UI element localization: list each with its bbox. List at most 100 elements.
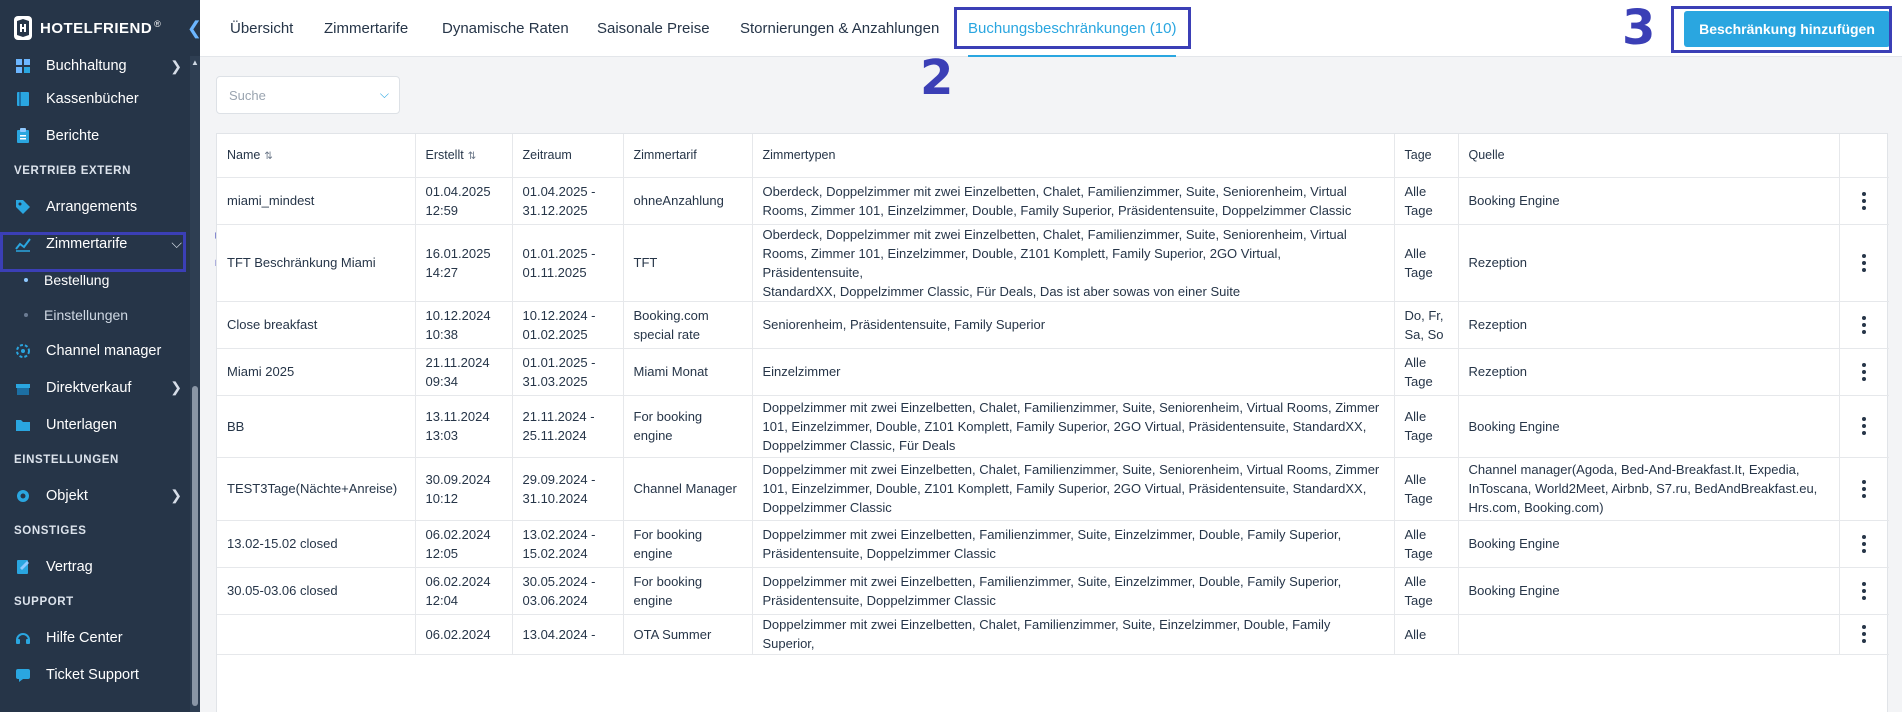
cell-actions [1839,567,1889,615]
cell-period-line: 31.03.2025 [522,373,588,389]
cell-days-line: Tage [1404,490,1433,506]
cell-days: Alle Tage [1394,395,1459,458]
sidebar-item-label: Arrangements [46,198,138,215]
more-options-icon[interactable] [1850,479,1880,498]
cell-days-line: Alle [1404,573,1427,589]
tab-uebersicht[interactable]: Übersicht [230,0,293,57]
cell-actions [1839,395,1889,458]
table-row[interactable]: TFT Beschränkung Miami 16.01.2025 14:27 01.… [217,224,1889,302]
collapse-sidebar-icon[interactable]: ❮❮ [187,18,200,39]
cell-room-types-line: StandardXX, Doppelzimmer Classic, Für De… [762,283,1241,299]
sidebar-item-unterlagen[interactable]: Unterlagen [0,406,200,443]
cell-period: 10.12.2024 - 01.02.2025 [512,301,624,349]
cell-tariff: Booking.com special rate [623,301,753,349]
cell-created-line: 12:59 [425,202,459,218]
table-row[interactable]: 13.02-15.02 closed 06.02.2024 12:05 13.02.2… [217,520,1889,568]
cell-period-line: 21.11.2024 - [522,409,595,424]
column-header-erstellt[interactable]: Erstellt ⇅ [415,134,513,178]
cell-period-line: 01.02.2025 [522,326,588,342]
cell-days-line: Tage [1404,592,1433,608]
scroll-up-icon[interactable]: ▲ [191,58,199,67]
cell-tariff-line: For booking [633,526,703,542]
table-row[interactable]: Close breakfast 10.12.2024 10:38 10.12.2024… [217,301,1889,349]
cell-tariff: For booking engine [623,395,753,458]
sidebar-item-direktverkauf[interactable]: Direktverkauf ❯ [0,369,200,406]
sidebar-item-objekt[interactable]: Objekt ❯ [0,477,200,514]
cell-days-line: Do, Fr, [1404,307,1444,323]
sidebar-item-hilfe-center[interactable]: Hilfe Center [0,619,200,656]
table-row[interactable]: 30.05-03.06 closed 06.02.2024 12:04 30.05.2… [217,567,1889,615]
book-icon [14,90,32,108]
more-options-icon[interactable] [1850,581,1880,600]
sort-icon[interactable]: ⇅ [468,151,476,162]
cell-source-line: Channel manager(Agoda, Bed-And-Breakfast… [1468,462,1800,477]
cell-created-line: 06.02.2024 [425,526,491,542]
tab-zimmertarife[interactable]: Zimmertarife [324,0,408,57]
cell-days: Alle Tage [1394,177,1459,225]
sort-icon[interactable]: ⇅ [264,151,272,162]
cell-created: 06.02.2024 12:04 [415,567,513,615]
chevron-right-icon: ❯ [170,487,182,503]
cell-room-types: Doppelzimmer mit zwei Einzelbetten, Fami… [752,567,1395,615]
cell-source-line: Booking Engine [1468,418,1560,434]
cell-tariff: ohneAnzahlung [623,177,753,225]
cell-days: Alle Tage [1394,520,1459,568]
more-options-icon[interactable] [1850,534,1880,553]
more-options-icon[interactable] [1850,625,1880,643]
table-row[interactable]: 06.02.2024 13.04.2024 - OTA Summer Doppelzi… [217,614,1889,655]
table-row[interactable]: TEST3Tage(Nächte+Anreise) 30.09.2024 10:12… [217,457,1889,521]
logo[interactable]: HOTELFRIEND ® ❮❮ [0,0,200,56]
cell-days-line: Sa, So [1404,326,1444,342]
more-options-icon[interactable] [1850,417,1880,435]
sidebar-item-berichte[interactable]: Berichte [0,117,200,154]
tab-saisonale-preise[interactable]: Saisonale Preise [597,0,710,57]
cell-room-types-line: 101, Einzelzimmer, Double, Z101 Komplett… [762,481,1367,496]
sidebar-item-buchhaltung[interactable]: Buchhaltung ❯ [0,52,200,80]
more-options-icon[interactable] [1850,191,1880,210]
cell-actions [1839,614,1889,655]
sidebar-item-ticket-support[interactable]: Ticket Support [0,656,200,693]
chevron-right-icon: ❯ [170,379,182,395]
search-input[interactable]: Suche ⌵ [216,76,400,114]
table-row[interactable]: Miami 2025 21.11.2024 09:34 01.01.2025 - 31.… [217,348,1889,396]
sidebar-item-channel-manager[interactable]: Channel manager [0,332,200,369]
cell-room-types-line: Seniorenheim, Präsidentensuite, Family S… [762,317,1046,332]
sidebar-item-arrangements[interactable]: Arrangements [0,188,200,225]
sidebar-item-kassenbuecher[interactable]: Kassenbücher [0,80,200,117]
tab-stornierungen-anzahlungen[interactable]: Stornierungen & Anzahlungen [740,0,939,57]
cell-source: Rezeption [1458,348,1840,396]
table-row[interactable]: miami_mindest 01.04.2025 12:59 01.04.2025 -… [217,177,1889,225]
cell-room-types-line: Doppelzimmer mit zwei Einzelbetten, Chal… [762,617,1331,651]
scrollbar-thumb[interactable] [192,386,198,706]
more-options-icon[interactable] [1850,315,1880,334]
cell-room-types: Doppelzimmer mit zwei Einzelbetten, Fami… [752,520,1395,568]
cell-tariff-line: OTA Summer [633,626,712,642]
cell-created-line: 13:03 [425,428,459,443]
cell-name: 13.02-15.02 closed [217,520,416,568]
cell-created-line: 10:12 [425,490,459,506]
cell-days-line: Tage [1404,545,1433,561]
cell-period: 01.01.2025 - 31.03.2025 [512,348,624,396]
cell-tariff-line: Channel Manager [633,481,737,496]
section-vertrieb-extern: VERTRIEB EXTERN [14,165,131,177]
column-header-name[interactable]: Name ⇅ [217,134,416,178]
cell-tariff-line: TFT [633,255,658,270]
more-options-icon[interactable] [1850,362,1880,381]
cell-days-line: Alle [1404,245,1427,261]
sidebar-item-vertrag[interactable]: Vertrag [0,548,200,585]
sidebar-scrollbar[interactable] [190,56,200,712]
cell-actions [1839,224,1889,302]
sidebar-item-label: Berichte [46,127,100,144]
more-options-icon[interactable] [1850,253,1880,272]
cell-tariff-line: For booking [633,409,703,424]
hotelfriend-logo-icon [14,16,32,40]
cell-tariff-line: engine [633,428,673,443]
tab-dynamische-raten[interactable]: Dynamische Raten [442,0,569,57]
cell-room-types-line: Einzelzimmer [762,364,841,379]
table-row[interactable]: BB 13.11.2024 13:03 21.11.2024 - 25.11.2024 F… [217,395,1889,458]
sidebar-subitem-einstellungen[interactable]: Einstellungen [0,297,200,332]
shop-icon [14,379,32,397]
bullet-icon [24,277,28,282]
sidebar-item-label: Unterlagen [46,416,117,433]
column-header-zeitraum: Zeitraum [512,134,624,178]
